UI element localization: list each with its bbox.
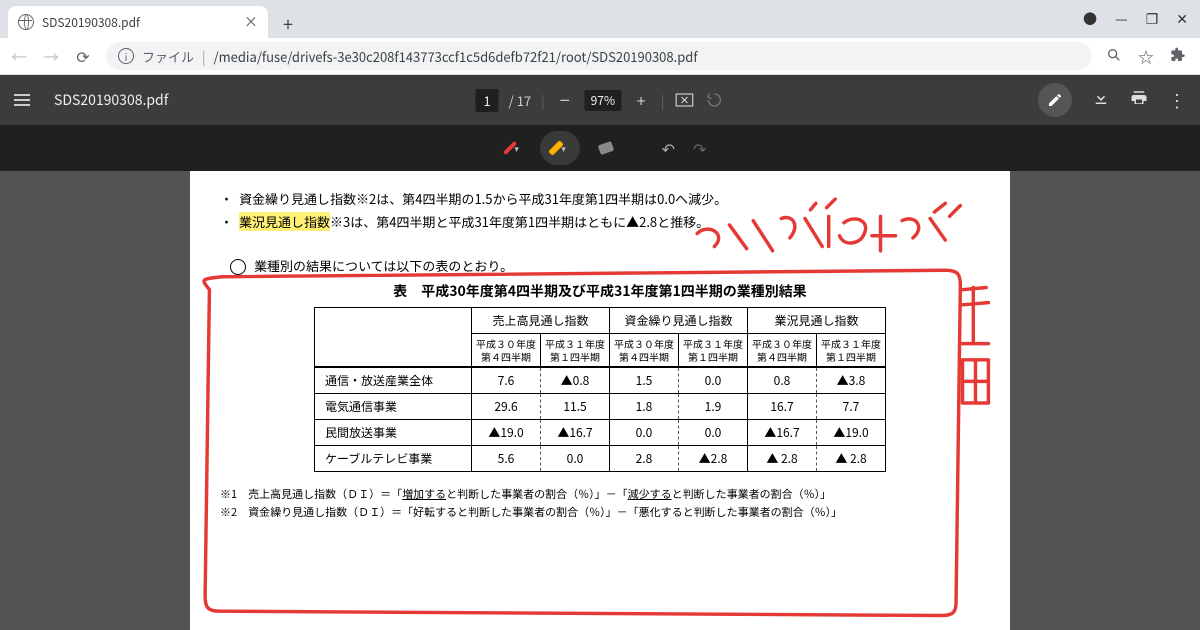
doc-line-1: 資金繰り見通し指数※2は、第4四半期の1.5から平成31年度第1四半期は0.0へ… (239, 187, 727, 210)
zoom-out-button[interactable]: − (555, 90, 575, 110)
download-icon[interactable] (1092, 89, 1110, 111)
tab-close-button[interactable]: × (244, 12, 258, 32)
page-number-input[interactable]: 1 (475, 89, 498, 112)
doc-heading: 業種別の結果については以下の表のとおり。 (254, 256, 513, 275)
print-icon[interactable] (1130, 89, 1148, 111)
pdf-toolbar: SDS20190308.pdf 1 / 17 | − 97% + | ⋮ (0, 75, 1200, 125)
tab-title: SDS20190308.pdf (42, 14, 236, 31)
forward-button[interactable]: → (42, 44, 60, 68)
pen-red-tool[interactable]: ▾ (494, 131, 534, 165)
table-row: ケーブルテレビ事業5.60.02.8▲2.8▲ 2.8▲ 2.8 (315, 446, 886, 472)
redo-button[interactable]: ↷ (693, 136, 706, 160)
globe-icon (18, 14, 34, 30)
zoom-level[interactable]: 97% (585, 90, 621, 111)
table-row: 通信・放送産業全体7.6▲0.81.50.00.8▲3.8 (315, 367, 886, 394)
page-total: / 17 (509, 91, 531, 110)
address-bar: ← → ⟳ i ファイル | /media/fuse/drivefs-3e30c… (0, 38, 1200, 75)
window-controls: ● — ❐ ✕ (1083, 0, 1200, 38)
zoom-in-button[interactable]: + (631, 90, 651, 110)
extensions-icon[interactable] (1170, 44, 1186, 68)
reload-button[interactable]: ⟳ (74, 44, 92, 68)
url-path: /media/fuse/drivefs-3e30c208f143773ccf1c… (214, 47, 698, 66)
window-close-button[interactable]: ✕ (1176, 9, 1188, 29)
pdf-page: ・資金繰り見通し指数※2は、第4四半期の1.5から平成31年度第1四半期は0.0… (190, 171, 1010, 630)
info-icon[interactable]: i (118, 48, 134, 64)
minimize-button[interactable]: — (1115, 9, 1128, 29)
table-caption: 表 平成30年度第4四半期及び平成31年度第1四半期の業種別結果 (220, 281, 980, 301)
status-icon: ● (1083, 9, 1097, 29)
bookmark-star-icon[interactable]: ☆ (1138, 44, 1154, 68)
menu-icon[interactable] (14, 94, 30, 106)
new-tab-button[interactable]: + (274, 10, 302, 38)
pdf-viewport[interactable]: ・資金繰り見通し指数※2は、第4四半期の1.5から平成31年度第1四半期は0.0… (0, 171, 1200, 630)
results-table: 売上高見通し指数 資金繰り見通し指数 業況見通し指数 平成３０年度 第４四半期 … (314, 307, 886, 472)
search-icon[interactable] (1106, 44, 1122, 68)
omnibox[interactable]: i ファイル | /media/fuse/drivefs-3e30c208f14… (106, 42, 1092, 70)
maximize-button[interactable]: ❐ (1146, 9, 1159, 29)
more-icon[interactable]: ⋮ (1168, 87, 1186, 113)
table-row: 民間放送事業▲19.0▲16.70.00.0▲16.7▲19.0 (315, 420, 886, 446)
doc-line-2: ※3は、第4四半期と平成31年度第1四半期はともに▲2.8と推移。 (330, 212, 709, 231)
doc-highlight: 業況見通し指数 (239, 212, 330, 231)
table-row: 電気通信事業29.611.51.81.916.77.7 (315, 394, 886, 420)
annotation-toolbar: ▾ ▾ ↶ ↷ (0, 125, 1200, 171)
eraser-tool[interactable] (586, 131, 626, 165)
annotate-button[interactable] (1038, 83, 1072, 117)
fit-page-icon[interactable] (675, 90, 695, 110)
back-button[interactable]: ← (10, 44, 28, 68)
circle-bullet (230, 259, 246, 275)
rotate-icon[interactable] (705, 90, 725, 110)
url-scheme-label: ファイル (142, 47, 194, 66)
highlighter-tool[interactable]: ▾ (540, 131, 580, 165)
browser-tab-strip: SDS20190308.pdf × + ● — ❐ ✕ (0, 0, 1200, 38)
browser-tab[interactable]: SDS20190308.pdf × (8, 6, 268, 38)
pdf-filename: SDS20190308.pdf (54, 90, 168, 110)
undo-button[interactable]: ↶ (662, 136, 675, 160)
